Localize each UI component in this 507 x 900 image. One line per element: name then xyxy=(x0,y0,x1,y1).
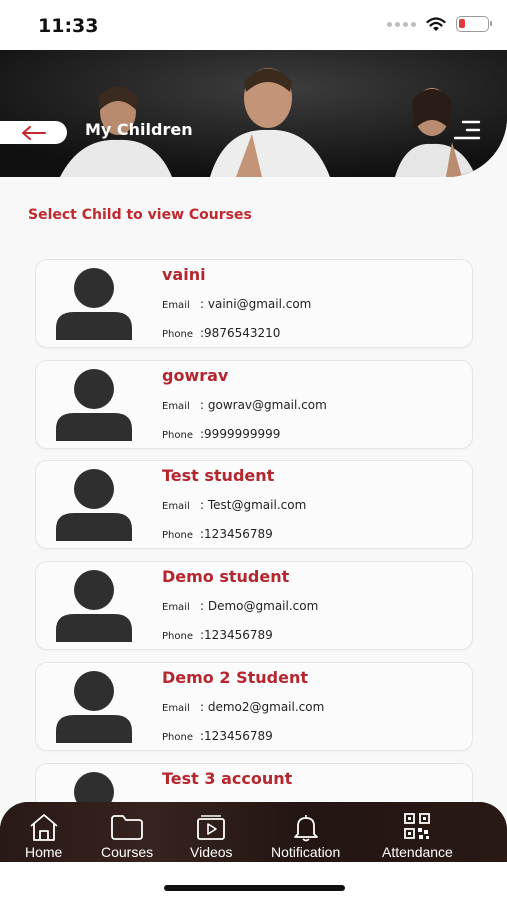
status-bar: 11:33 xyxy=(0,0,507,50)
phone-value: :9999999999 xyxy=(200,427,281,441)
qr-code-icon xyxy=(404,813,431,839)
phone-label: Phone xyxy=(162,732,193,743)
tab-label: Attendance xyxy=(382,844,453,860)
email-value: : Test@gmail.com xyxy=(200,498,307,512)
email-value: : Demo@gmail.com xyxy=(200,599,319,613)
child-phone: Phone :123456789 xyxy=(162,628,273,642)
child-card-test-student[interactable]: Test student Email : Test@gmail.com Phone… xyxy=(35,460,473,549)
child-phone: Phone :123456789 xyxy=(162,527,273,541)
phone-value: :123456789 xyxy=(200,729,273,743)
child-card-demo-student[interactable]: Demo student Email : Demo@gmail.com Phone… xyxy=(35,561,473,650)
children-list[interactable]: vaini Email : vaini@gmail.com Phone :98765… xyxy=(35,259,473,802)
bell-icon xyxy=(293,815,318,842)
child-email: Email : Test@gmail.com xyxy=(162,498,306,512)
phone-label: Phone xyxy=(162,530,193,541)
child-card-test-3-account[interactable]: Test 3 account xyxy=(35,763,473,802)
child-email: Email : demo2@gmail.com xyxy=(162,700,324,714)
avatar-icon xyxy=(56,268,132,340)
tab-courses[interactable]: Courses xyxy=(101,812,153,860)
phone-label: Phone xyxy=(162,329,193,340)
tab-label: Notification xyxy=(271,844,341,860)
email-label: Email xyxy=(162,501,190,512)
child-card-demo-2-student[interactable]: Demo 2 Student Email : demo2@gmail.com Ph… xyxy=(35,662,473,751)
child-name: Demo 2 Student xyxy=(162,668,308,687)
phone-label: Phone xyxy=(162,430,193,441)
phone-value: :123456789 xyxy=(200,628,273,642)
tab-label: Courses xyxy=(101,844,154,860)
home-icon xyxy=(30,814,58,841)
arrow-left-icon xyxy=(21,125,46,140)
email-value: : gowrav@gmail.com xyxy=(200,398,327,412)
tab-videos[interactable]: Videos xyxy=(190,812,233,860)
child-card-gowrav[interactable]: gowrav Email : gowrav@gmail.com Phone :999… xyxy=(35,360,473,449)
email-value: : demo2@gmail.com xyxy=(200,700,325,714)
phone-value: :9876543210 xyxy=(200,326,281,340)
email-label: Email xyxy=(162,300,190,311)
menu-icon[interactable] xyxy=(453,120,481,140)
email-label: Email xyxy=(162,602,190,613)
section-title: Select Child to view Courses xyxy=(28,207,252,223)
child-name: vaini xyxy=(162,265,206,284)
status-icons xyxy=(387,16,492,32)
battery-icon xyxy=(456,16,492,32)
child-email: Email : Demo@gmail.com xyxy=(162,599,318,613)
folder-icon xyxy=(111,815,143,840)
tab-attendance[interactable]: Attendance xyxy=(382,812,453,860)
child-card-vaini[interactable]: vaini Email : vaini@gmail.com Phone :98765… xyxy=(35,259,473,348)
back-button[interactable] xyxy=(0,121,67,144)
email-label: Email xyxy=(162,703,190,714)
avatar-icon xyxy=(56,671,132,743)
avatar-icon xyxy=(56,469,132,541)
child-email: Email : gowrav@gmail.com xyxy=(162,398,327,412)
tab-label: Home xyxy=(25,844,63,860)
child-name: Demo student xyxy=(162,567,290,586)
tab-label: Videos xyxy=(190,844,233,860)
child-name: Test 3 account xyxy=(162,769,293,788)
child-name: Test student xyxy=(162,466,275,485)
child-email: Email : vaini@gmail.com xyxy=(162,297,311,311)
status-time: 11:33 xyxy=(38,15,99,37)
tab-home[interactable]: Home xyxy=(25,812,62,860)
cellular-signal-icon xyxy=(387,21,416,27)
bottom-tab-bar: Home Courses Videos Notification Attenda… xyxy=(0,802,507,862)
header-banner: My Children xyxy=(0,50,507,177)
home-indicator-area xyxy=(0,862,507,900)
home-indicator[interactable] xyxy=(164,885,345,891)
avatar-icon xyxy=(74,772,114,802)
avatar-icon xyxy=(56,570,132,642)
wifi-icon xyxy=(426,16,446,31)
avatar-icon xyxy=(56,369,132,441)
child-phone: Phone :9876543210 xyxy=(162,326,280,340)
page-title: My Children xyxy=(85,120,193,139)
phone-label: Phone xyxy=(162,631,193,642)
email-value: : vaini@gmail.com xyxy=(200,297,312,311)
phone-value: :123456789 xyxy=(200,527,273,541)
karate-banner-image xyxy=(0,50,507,177)
tab-notification[interactable]: Notification xyxy=(271,812,340,860)
email-label: Email xyxy=(162,401,190,412)
child-name: gowrav xyxy=(162,366,229,385)
child-phone: Phone :123456789 xyxy=(162,729,273,743)
child-phone: Phone :9999999999 xyxy=(162,427,280,441)
video-icon xyxy=(197,815,226,840)
